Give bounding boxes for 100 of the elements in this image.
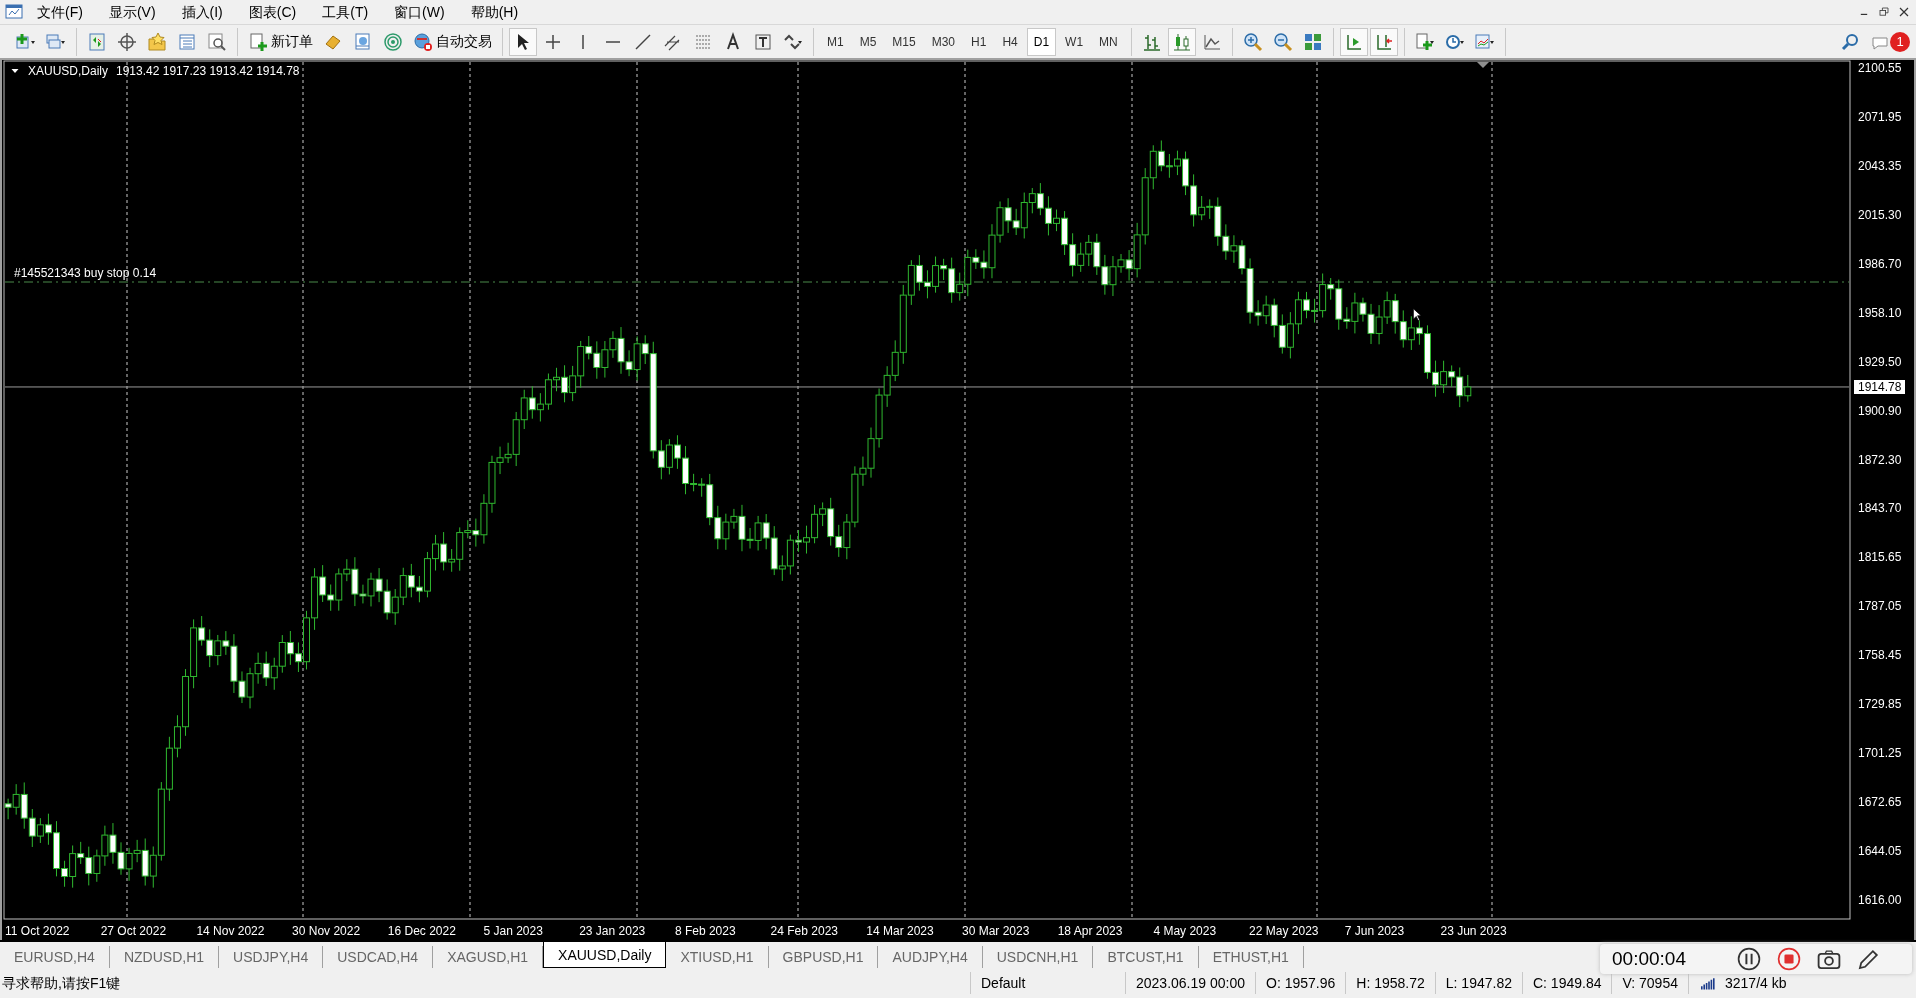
new-chart-icon bbox=[16, 31, 36, 52]
date-axis-label: 27 Oct 2022 bbox=[100, 924, 167, 938]
timeframe-button[interactable]: M15 bbox=[885, 27, 923, 56]
zoom-out-icon bbox=[1272, 31, 1293, 52]
auto-scroll-button[interactable] bbox=[1339, 27, 1368, 56]
price-axis-label: 2015.30 bbox=[1858, 207, 1902, 222]
signal-rings-icon bbox=[383, 31, 403, 52]
stop-record-icon[interactable] bbox=[1776, 946, 1802, 972]
chart-tab[interactable]: ETHUST,H1 bbox=[1198, 946, 1304, 968]
candlestick-button[interactable] bbox=[1167, 27, 1196, 56]
date-axis-label: 5 Jan 2023 bbox=[483, 924, 543, 938]
chart-tab[interactable]: GBPUSD,H1 bbox=[768, 946, 879, 968]
vertical-line-icon bbox=[582, 34, 584, 49]
timeframe-button[interactable]: M30 bbox=[924, 27, 963, 56]
text-label-icon bbox=[753, 31, 773, 52]
price-axis-label: 1843.70 bbox=[1858, 501, 1902, 516]
chart-tab[interactable]: USDJPY,H4 bbox=[219, 946, 324, 968]
ohlc-values: 1913.42 1917.23 1913.42 1914.78 bbox=[116, 64, 300, 78]
timeframe-button[interactable]: MN bbox=[1092, 27, 1125, 56]
candlestick-icon bbox=[1171, 31, 1192, 52]
price-axis-label: 1644.05 bbox=[1858, 844, 1902, 859]
price-axis-label: 1616.00 bbox=[1858, 892, 1902, 907]
date-axis-label: 30 Nov 2022 bbox=[292, 924, 361, 938]
timeframe-button[interactable]: W1 bbox=[1058, 27, 1091, 56]
date-axis-label: 11 Oct 2022 bbox=[5, 924, 70, 938]
chart-tab[interactable]: USDCAD,H4 bbox=[323, 946, 434, 968]
date-axis-label: 18 Apr 2023 bbox=[1057, 924, 1123, 938]
search-icon[interactable] bbox=[1840, 31, 1860, 52]
price-axis-label: 1701.25 bbox=[1858, 746, 1902, 761]
date-axis-label: 30 Mar 2023 bbox=[962, 924, 1030, 938]
menu-item[interactable]: 窗口(W) bbox=[381, 1, 458, 23]
date-axis-label: 16 Dec 2022 bbox=[387, 924, 456, 938]
chart-tab[interactable]: AUDJPY,H4 bbox=[878, 946, 983, 968]
add-indicator-icon bbox=[1414, 31, 1435, 52]
chart-tab[interactable]: USDCNH,H1 bbox=[982, 946, 1094, 968]
pause-icon[interactable] bbox=[1736, 946, 1762, 972]
timeframe-button[interactable]: M1 bbox=[820, 27, 851, 56]
price-axis-label: 1729.85 bbox=[1858, 697, 1902, 712]
status-open: O: 1957.96 bbox=[1255, 972, 1346, 994]
timeframe-button[interactable]: H1 bbox=[964, 27, 994, 56]
date-axis-label: 4 May 2023 bbox=[1153, 924, 1217, 938]
cursor-button[interactable] bbox=[509, 27, 537, 56]
traffic-counter: 3217/4 kb bbox=[1725, 974, 1787, 993]
profiles-icon bbox=[46, 31, 66, 52]
status-high: H: 1958.72 bbox=[1345, 972, 1435, 994]
chart-tab[interactable]: BTCUST,H1 bbox=[1093, 946, 1199, 968]
timeframe-button[interactable]: D1 bbox=[1026, 27, 1057, 56]
horizontal-line-icon bbox=[606, 40, 620, 43]
app-icon bbox=[4, 2, 24, 22]
chart-tab[interactable]: XTIUSD,H1 bbox=[666, 946, 769, 968]
status-low: L: 1947.82 bbox=[1434, 972, 1522, 994]
price-axis-label: 1672.65 bbox=[1858, 795, 1902, 810]
chart-tab[interactable]: NZDUSD,H1 bbox=[109, 946, 220, 968]
order-label: #145521343 buy stop 0.14 bbox=[14, 266, 157, 280]
profile-name: Default bbox=[970, 972, 1125, 994]
price-axis-label: 2043.35 bbox=[1858, 158, 1902, 173]
elapsed-time: 00:00:04 bbox=[1612, 948, 1687, 970]
new-order-icon bbox=[248, 31, 268, 52]
menu-item[interactable]: 显示(V) bbox=[95, 1, 169, 23]
date-axis-label: 22 May 2023 bbox=[1249, 924, 1319, 938]
price-axis-label: 1872.30 bbox=[1858, 452, 1902, 467]
cloud-document-icon bbox=[353, 31, 373, 52]
price-axis-label: 1929.50 bbox=[1858, 354, 1902, 369]
tile-windows-icon bbox=[1302, 31, 1323, 52]
price-axis-label: 1758.45 bbox=[1858, 648, 1902, 663]
crosshair-icon bbox=[117, 31, 137, 52]
date-axis-label: 24 Feb 2023 bbox=[770, 924, 838, 938]
date-axis-label: 8 Feb 2023 bbox=[674, 924, 736, 938]
chart-tab[interactable]: EURUSD,H4 bbox=[0, 946, 110, 968]
menu-item[interactable]: 插入(I) bbox=[168, 1, 236, 23]
auto-trading-button[interactable]: 自动交易 bbox=[409, 27, 496, 56]
menu-item[interactable]: 工具(T) bbox=[309, 1, 382, 23]
price-axis-label: 1986.70 bbox=[1858, 256, 1902, 271]
chart-tab[interactable]: XAUUSD,Daily bbox=[543, 942, 667, 968]
templates-icon bbox=[1474, 31, 1495, 52]
menu-item[interactable]: 文件(F) bbox=[24, 1, 96, 23]
notification-badge: 1 bbox=[1890, 31, 1910, 52]
auto-trading-icon bbox=[413, 31, 433, 52]
market-watch-icon bbox=[87, 31, 107, 52]
price-axis-label: 1787.05 bbox=[1858, 599, 1902, 614]
date-axis-label: 14 Mar 2023 bbox=[866, 924, 934, 938]
new-order-button[interactable]: 新订单 bbox=[244, 27, 317, 56]
price-axis-label: 1900.90 bbox=[1858, 403, 1902, 418]
help-hint: 寻求帮助,请按F1键 bbox=[1, 974, 122, 993]
star-folder-icon bbox=[147, 31, 167, 52]
trendline-icon bbox=[633, 31, 653, 52]
current-price-tag: 1914.78 bbox=[1854, 379, 1906, 394]
price-axis-label: 2071.95 bbox=[1858, 109, 1902, 124]
menu-item[interactable]: 图表(C) bbox=[235, 1, 310, 23]
zoom-in-icon bbox=[1242, 31, 1263, 52]
price-axis-label: 1815.65 bbox=[1858, 550, 1902, 565]
menu-item[interactable]: 帮助(H) bbox=[457, 1, 532, 23]
date-axis-label: 23 Jun 2023 bbox=[1440, 924, 1507, 938]
price-axis-label: 1958.10 bbox=[1858, 305, 1902, 320]
chart-symbol: XAUUSD,Daily bbox=[28, 64, 108, 78]
date-axis-label: 23 Jan 2023 bbox=[579, 924, 646, 938]
magnifier-chart-icon bbox=[207, 31, 227, 52]
chart-shift-button[interactable] bbox=[1369, 27, 1398, 56]
timeframe-button[interactable]: H4 bbox=[995, 27, 1025, 56]
timeframe-button[interactable]: M5 bbox=[852, 27, 884, 56]
